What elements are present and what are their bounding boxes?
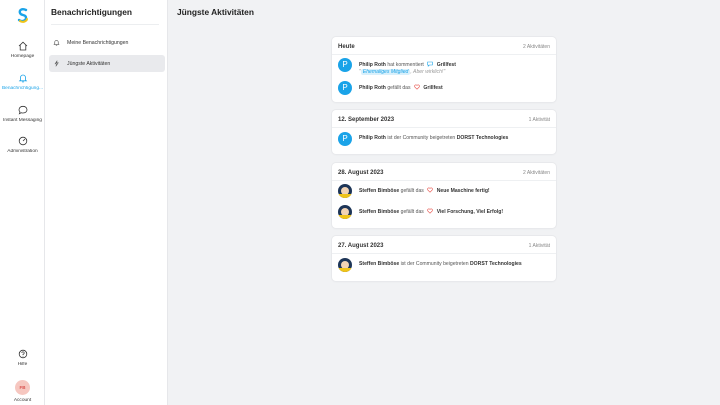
menu-my-notifications[interactable]: Meine Benachrichtigungen [49, 34, 165, 51]
activity-text: Philip Roth ist der Community beigetrete… [359, 132, 508, 142]
group-date: 28. August 2023 [338, 169, 384, 176]
group-header: Heute 2 Aktivitäten [338, 42, 550, 51]
group-count: 2 Aktivitäten [523, 43, 550, 50]
activity-item[interactable]: Steffen Bimböse gefällt das Neue Maschin… [338, 184, 550, 198]
activity-item[interactable]: P Philip Roth hat kommentiert Grillfest … [338, 58, 550, 76]
activity-verb: gefällt das [387, 85, 411, 91]
activity-object[interactable]: Viel Forschung, Viel Erfolg! [437, 209, 503, 215]
nav-instant-messaging-label: Instant Messaging [3, 118, 42, 123]
chat-icon [18, 105, 27, 115]
activity-verb: gefällt das [400, 188, 424, 194]
actor-name[interactable]: Philip Roth [359, 85, 386, 91]
nav-notifications-label: Benachrichtigung... [1, 86, 44, 91]
menu-my-notifications-label: Meine Benachrichtigungen [67, 39, 129, 46]
nav-administration-label: Administration [7, 149, 38, 154]
activity-icon [54, 60, 59, 67]
activity-object[interactable]: DORST Technologies [457, 135, 509, 141]
group-header: 27. August 2023 1 Aktivität [338, 241, 550, 250]
actor-name[interactable]: Philip Roth [359, 62, 386, 68]
group-count: 1 Aktivität [528, 116, 550, 123]
group-divider [332, 127, 556, 128]
activity-group: 27. August 2023 1 Aktivität Steffen Bimb… [332, 236, 556, 281]
comment-icon [427, 61, 433, 67]
group-date: 27. August 2023 [338, 242, 384, 249]
group-header: 12. September 2023 1 Aktivität [338, 115, 550, 124]
avatar[interactable] [338, 184, 352, 198]
activity-text: Steffen Bimböse ist der Community beiget… [359, 258, 522, 268]
menu-recent-activity[interactable]: Jüngste Aktivitäten [49, 55, 165, 72]
group-header: 28. August 2023 2 Aktivitäten [338, 168, 550, 177]
menu-recent-activity-label: Jüngste Aktivitäten [67, 60, 111, 67]
heart-icon [414, 84, 420, 90]
nav-account-label: Account [13, 398, 32, 403]
activity-group: 12. September 2023 1 Aktivität P Philip … [332, 110, 556, 154]
activity-object[interactable]: Grillfest [423, 85, 442, 91]
nav-notifications[interactable]: Benachrichtigung... [0, 73, 45, 91]
activity-text: Philip Roth hat kommentiert Grillfest " E… [359, 58, 456, 76]
nav-help-label: Hilfe [17, 362, 28, 367]
group-divider [332, 253, 556, 254]
bell-icon [53, 40, 60, 46]
app-rail: Homepage Benachrichtigung... Instant Mes… [0, 0, 45, 405]
nav-homepage-label: Homepage [10, 54, 35, 59]
group-divider [332, 54, 556, 55]
activity-object[interactable]: Grillfest [437, 62, 456, 68]
avatar[interactable] [338, 258, 352, 272]
comment-quote: " Ehemaliges Mitglied, Aber wirklich!" [359, 69, 456, 76]
activity-verb: gefällt das [400, 209, 424, 215]
avatar[interactable]: P [338, 132, 352, 146]
bell-icon [18, 74, 27, 83]
group-divider [332, 180, 556, 181]
home-icon [18, 41, 27, 51]
activity-verb: hat kommentiert [387, 62, 424, 68]
activity-item[interactable]: Steffen Bimböse ist der Community beiget… [338, 258, 550, 272]
nav-instant-messaging[interactable]: Instant Messaging [0, 105, 45, 123]
avatar[interactable] [338, 205, 352, 219]
actor-name[interactable]: Steffen Bimböse [359, 261, 399, 267]
panel-title: Benachrichtigungen [51, 7, 132, 17]
activity-item[interactable]: Steffen Bimböse gefällt das Viel Forschu… [338, 205, 550, 219]
activity-verb: ist der Community beigetreten [400, 261, 469, 267]
activity-object[interactable]: Neue Maschine fertig! [437, 188, 490, 194]
activity-object[interactable]: DORST Technologies [470, 261, 522, 267]
nav-administration[interactable]: Administration [0, 136, 45, 154]
gauge-icon [18, 136, 27, 146]
activity-text: Steffen Bimböse gefällt das Neue Maschin… [359, 184, 490, 195]
activity-verb: ist der Community beigetreten [387, 135, 456, 141]
avatar[interactable]: P [338, 58, 352, 72]
app-logo[interactable] [15, 7, 31, 23]
avatar[interactable]: P [338, 81, 352, 95]
panel-divider [51, 24, 159, 25]
activity-group: 28. August 2023 2 Aktivitäten Steffen Bi… [332, 163, 556, 228]
actor-name[interactable]: Steffen Bimböse [359, 188, 399, 194]
activity-item[interactable]: P Philip Roth ist der Community beigetre… [338, 132, 550, 146]
group-count: 2 Aktivitäten [523, 169, 550, 176]
activity-item[interactable]: P Philip Roth gefällt das Grillfest [338, 81, 550, 95]
nav-homepage[interactable]: Homepage [0, 41, 45, 59]
account-avatar: FB [15, 380, 30, 395]
nav-help[interactable]: Hilfe [0, 349, 45, 367]
group-count: 1 Aktivität [528, 242, 550, 249]
help-icon [18, 349, 27, 359]
activity-group: Heute 2 Aktivitäten P Philip Roth hat ko… [332, 37, 556, 102]
actor-name[interactable]: Philip Roth [359, 135, 386, 141]
activity-text: Philip Roth gefällt das Grillfest [359, 81, 443, 92]
mention-tag[interactable]: Ehemaliges Mitglied [360, 69, 411, 75]
quote-text: , Aber wirklich!" [410, 69, 446, 75]
group-date: Heute [338, 43, 355, 50]
notifications-panel: Benachrichtigungen Meine Benachrichtigun… [45, 0, 168, 405]
activity-text: Steffen Bimböse gefällt das Viel Forschu… [359, 205, 503, 216]
actor-name[interactable]: Steffen Bimböse [359, 209, 399, 215]
group-date: 12. September 2023 [338, 116, 395, 123]
heart-icon [427, 208, 434, 214]
nav-account[interactable]: FB Account [0, 380, 45, 403]
page-title: Jüngste Aktivitäten [177, 7, 254, 17]
heart-icon [427, 187, 434, 193]
